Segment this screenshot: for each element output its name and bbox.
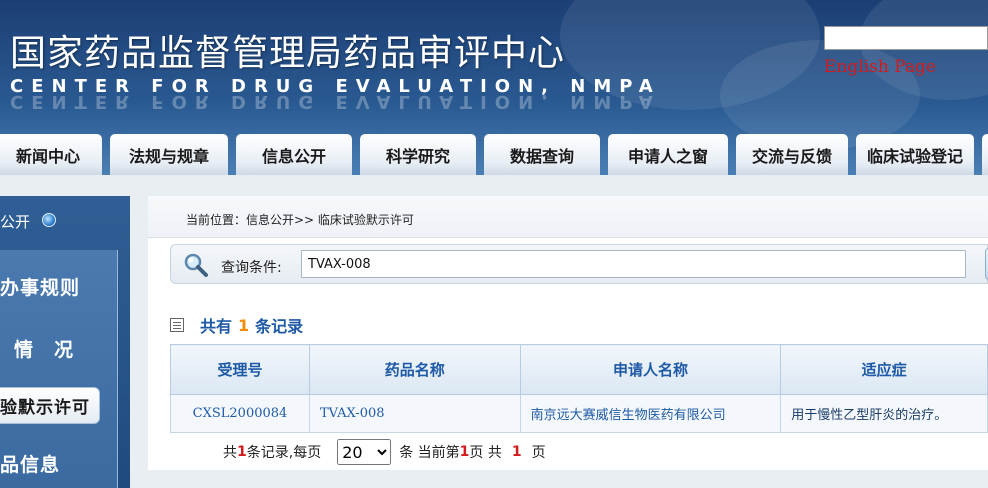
main-nav: 新闻中心 法规与规章 信息公开 科学研究 数据查询 申请人之窗 交流与反馈 临床… [0, 134, 988, 175]
column-header-indication: 适应症 [780, 344, 988, 395]
cell-drug-name[interactable]: TVAX-008 [308, 394, 521, 433]
record-count-number: 1 [238, 315, 250, 335]
record-count: 共有 1 条记录 [170, 313, 303, 337]
tab-clinical-trial-registry[interactable]: 临床试验登记 [856, 134, 974, 175]
pager-current-page: 1 [459, 444, 470, 460]
left-sidebar: 公开 办事规则 情 况 验默示许可 品信息 [0, 196, 130, 488]
sidebar-menu: 办事规则 情 况 验默示许可 品信息 [0, 250, 118, 488]
english-page-link[interactable]: English Page [824, 57, 936, 77]
main-content: 当前位置：信息公开>> 临床试验默示许可 查询条件: 共有 1 条记录 受理号 … [148, 196, 988, 470]
pager-text: 页 共 [469, 445, 502, 461]
query-bar: 查询条件: [170, 244, 988, 284]
cell-indication[interactable]: 用于慢性乙型肝炎的治疗。 [780, 394, 988, 433]
sidebar-item-rules[interactable]: 办事规则 [0, 273, 80, 300]
sidebar-item-drug-info[interactable]: 品信息 [0, 450, 60, 477]
breadcrumb: 当前位置：信息公开>> 临床试验默示许可 [186, 213, 414, 227]
cell-applicant[interactable]: 南京远大赛威信生物医药有限公司 [519, 394, 782, 433]
per-page-select[interactable]: 20 [337, 439, 392, 465]
cell-accept-no[interactable]: CXSL2000084 [170, 394, 310, 433]
tab-overflow[interactable] [982, 134, 988, 175]
sidebar-heading: 公开 [0, 213, 31, 231]
tab-regulations[interactable]: 法规与规章 [110, 134, 228, 175]
results-table: 受理号 药品名称 申请人名称 适应症 CXSL2000084 TVAX-008 … [170, 344, 988, 433]
column-header-applicant: 申请人名称 [519, 344, 782, 395]
table-header-row: 受理号 药品名称 申请人名称 适应症 [170, 344, 988, 395]
site-title-cn: 国家药品监督管理局药品审评中心 [10, 33, 566, 74]
site-title-en-reflection: CENTER FOR DRUG EVALUATION, NMPA [10, 91, 661, 112]
pagination: 共 1 条记录,每页 20 条 当前第 1 页 共 1 页 [223, 439, 546, 465]
pager-text: 条 当前第 [399, 445, 460, 461]
table-row[interactable]: CXSL2000084 TVAX-008 南京远大赛威信生物医药有限公司 用于慢… [170, 394, 988, 433]
site-search-input[interactable] [824, 26, 988, 50]
tab-applicant[interactable]: 申请人之窗 [608, 134, 728, 175]
tab-data-query[interactable]: 数据查询 [484, 134, 600, 175]
query-label: 查询条件: [221, 260, 282, 276]
record-count-prefix: 共有 [200, 317, 233, 336]
tab-info-disclosure[interactable]: 信息公开 [236, 134, 352, 175]
sidebar-item-implied-license[interactable]: 验默示许可 [0, 387, 100, 424]
pager-text: 条记录,每页 [246, 445, 322, 461]
bullet-icon [42, 213, 56, 227]
sidebar-item-status[interactable]: 情 况 [14, 335, 74, 362]
tab-news[interactable]: 新闻中心 [0, 134, 102, 175]
query-input[interactable] [301, 250, 966, 278]
search-icon [184, 253, 208, 277]
column-header-drug-name: 药品名称 [308, 344, 521, 395]
pager-total-records: 1 [237, 444, 247, 460]
tab-research[interactable]: 科学研究 [360, 134, 476, 175]
tab-feedback[interactable]: 交流与反馈 [736, 134, 848, 175]
list-icon [170, 318, 184, 332]
pager-text: 页 [531, 445, 546, 461]
pager-total-pages: 1 [511, 444, 522, 460]
record-count-suffix: 条记录 [255, 317, 304, 336]
breadcrumb-bar: 当前位置：信息公开>> 临床试验默示许可 [148, 196, 988, 238]
column-header-accept-no: 受理号 [170, 344, 310, 395]
pager-text: 共 [223, 445, 237, 461]
